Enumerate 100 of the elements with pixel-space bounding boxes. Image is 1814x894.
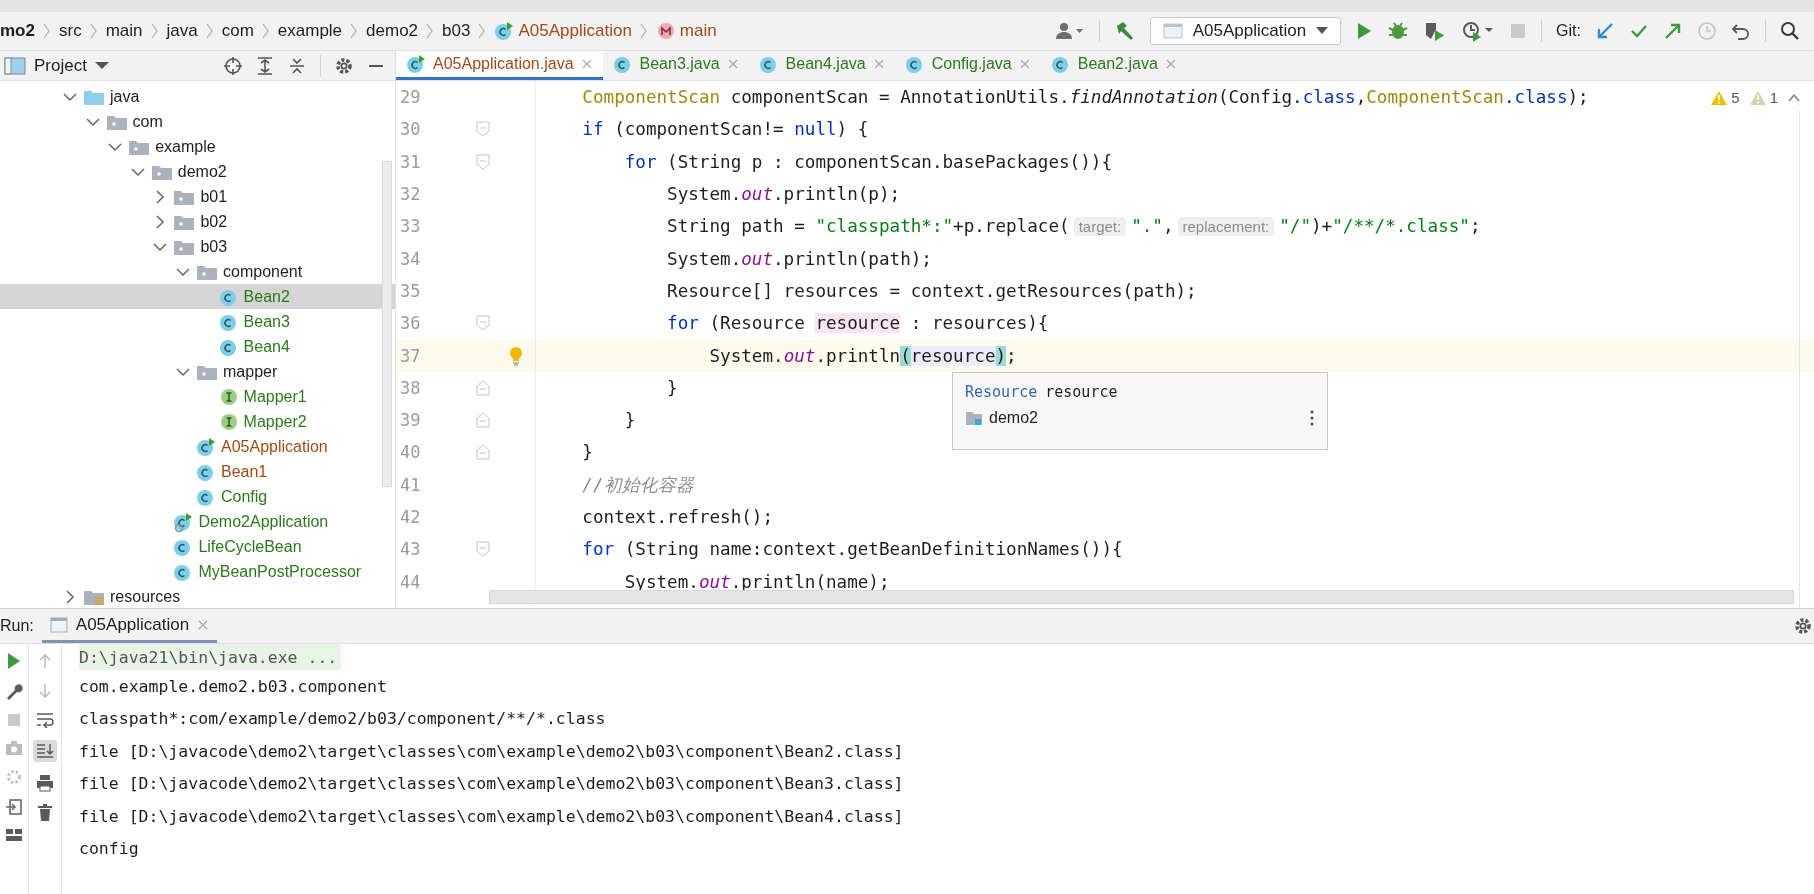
- chevron-icon: [42, 21, 51, 41]
- tree-item[interactable]: mapper: [0, 359, 395, 384]
- code-line: String path = "classpath*:"+p.replace( target: ".", replacement: "/")+"/**/*.class";: [667, 216, 1481, 237]
- warning-count[interactable]: 1: [1749, 89, 1778, 106]
- breadcrumb-item[interactable]: demo2: [366, 21, 419, 41]
- scrollbar[interactable]: [489, 590, 1794, 604]
- arrow-down-left-icon[interactable]: [1595, 21, 1615, 41]
- tree-item[interactable]: component: [0, 259, 395, 284]
- breadcrumb-item[interactable]: A05Application: [494, 21, 632, 41]
- code-line: System.out.println(p);: [667, 184, 901, 205]
- editor-tab[interactable]: Bean2.java: [1040, 51, 1187, 80]
- bug-icon[interactable]: [1387, 20, 1410, 42]
- breadcrumb-item[interactable]: java: [166, 21, 198, 41]
- class-icon: [406, 54, 426, 74]
- breadcrumb-item[interactable]: src: [58, 21, 82, 41]
- tree-item[interactable]: LifeCycleBean: [0, 534, 395, 559]
- user-icon[interactable]: [1054, 21, 1085, 41]
- interface-icon: [218, 386, 239, 407]
- breadcrumb-item[interactable]: com: [221, 21, 254, 41]
- code-line: }: [624, 410, 636, 431]
- crosshair-icon[interactable]: [224, 56, 242, 75]
- tree-item[interactable]: com: [0, 109, 395, 134]
- wrench-icon[interactable]: [5, 682, 23, 700]
- chevron-right-icon[interactable]: [65, 589, 75, 604]
- tree-item[interactable]: MyBeanPostProcessor: [0, 559, 395, 584]
- chevron-icon: [426, 21, 435, 41]
- close-icon[interactable]: [726, 58, 739, 70]
- trash-icon[interactable]: [37, 804, 53, 822]
- tree-item[interactable]: b03: [0, 234, 395, 259]
- scroll-to-end-toggle[interactable]: [33, 740, 57, 762]
- tree-item[interactable]: Mapper1: [0, 384, 395, 409]
- code-line: //初始化容器: [582, 473, 694, 497]
- breadcrumb-item[interactable]: main: [105, 21, 143, 41]
- editor-tab[interactable]: A05Application.java: [396, 51, 603, 80]
- editor-tab[interactable]: Bean4.java: [748, 51, 895, 80]
- run-configuration-dropdown[interactable]: A05Application: [1149, 17, 1342, 45]
- expand-all-icon[interactable]: [256, 56, 274, 75]
- settings-icon[interactable]: [335, 56, 353, 75]
- chevron-down-icon[interactable]: [85, 116, 100, 127]
- tree-item[interactable]: Demo2Application: [0, 509, 395, 534]
- printer-icon[interactable]: [36, 774, 54, 792]
- chevron-down-icon[interactable]: [108, 141, 123, 152]
- console-line: config: [79, 838, 140, 861]
- project-view-dropdown[interactable]: Project: [4, 55, 109, 76]
- settings-icon[interactable]: [1794, 617, 1812, 635]
- chevron-down-icon[interactable]: [63, 91, 77, 102]
- login-icon[interactable]: [5, 798, 23, 816]
- chevron-right-icon[interactable]: [155, 189, 166, 204]
- search-icon[interactable]: [1780, 21, 1800, 41]
- scrollbar[interactable]: [382, 161, 392, 487]
- code-line: for (String p : componentScan.basePackages()){: [624, 151, 1112, 172]
- editor-tab[interactable]: Config.java: [894, 51, 1041, 80]
- chevron-down-icon[interactable]: [130, 166, 145, 177]
- tree-item[interactable]: java: [0, 84, 395, 109]
- chevron-down-icon[interactable]: [176, 366, 190, 377]
- tree-item[interactable]: b01: [0, 184, 395, 209]
- close-icon[interactable]: [872, 58, 885, 70]
- chevron-icon: [639, 21, 648, 41]
- warning-count[interactable]: 5: [1711, 89, 1740, 106]
- line-number: 36: [399, 313, 422, 334]
- arrow-up-right-icon[interactable]: [1663, 21, 1683, 41]
- tree-item[interactable]: b02: [0, 209, 395, 234]
- chevron-right-icon[interactable]: [155, 214, 166, 229]
- tree-item[interactable]: Bean4: [0, 334, 395, 359]
- line-number: 41: [399, 474, 422, 495]
- undo-icon[interactable]: [1731, 21, 1751, 41]
- close-icon[interactable]: [1018, 58, 1031, 70]
- breadcrumb-item[interactable]: main: [655, 21, 717, 41]
- profiler-icon[interactable]: [1461, 20, 1496, 42]
- breadcrumb-item[interactable]: b03: [442, 21, 471, 41]
- tree-item[interactable]: Mapper2: [0, 409, 395, 434]
- tree-item[interactable]: Bean2: [0, 284, 395, 309]
- code-line: System.out.println(name);: [624, 571, 890, 592]
- collapse-all-icon[interactable]: [288, 56, 306, 75]
- close-icon[interactable]: [1164, 58, 1177, 70]
- chevron-down-icon[interactable]: [176, 266, 190, 277]
- layout-icon[interactable]: [5, 828, 23, 842]
- close-icon[interactable]: [197, 618, 210, 631]
- class-icon: [904, 54, 925, 74]
- console-line: file [D:\javacode\demo2\target\classes\com\example\demo2\b03\component\Bean2.class]: [79, 740, 905, 763]
- line-number: 37: [399, 345, 422, 366]
- tree-item[interactable]: demo2: [0, 159, 395, 184]
- soft-wrap-icon[interactable]: [36, 712, 54, 728]
- tree-item[interactable]: example: [0, 134, 395, 159]
- close-icon[interactable]: [580, 58, 593, 70]
- more-icon[interactable]: [1309, 410, 1315, 426]
- breadcrumb-item[interactable]: mo2: [0, 21, 35, 41]
- run-icon[interactable]: [6, 652, 22, 670]
- tree-item[interactable]: Bean1: [0, 459, 395, 484]
- chevron-icon: [261, 21, 270, 41]
- tree-item[interactable]: A05Application: [0, 434, 395, 459]
- tree-item[interactable]: resources: [0, 584, 395, 609]
- chevron-down-icon[interactable]: [153, 241, 168, 252]
- caret-icon: [1316, 27, 1329, 35]
- tree-item[interactable]: Bean3: [0, 309, 395, 334]
- tree-item[interactable]: Config: [0, 484, 395, 509]
- editor-tab[interactable]: Bean3.java: [602, 51, 749, 80]
- window-icon: [49, 616, 68, 633]
- breadcrumb-item[interactable]: example: [277, 21, 343, 41]
- chevron-up-icon[interactable]: [1788, 92, 1800, 103]
